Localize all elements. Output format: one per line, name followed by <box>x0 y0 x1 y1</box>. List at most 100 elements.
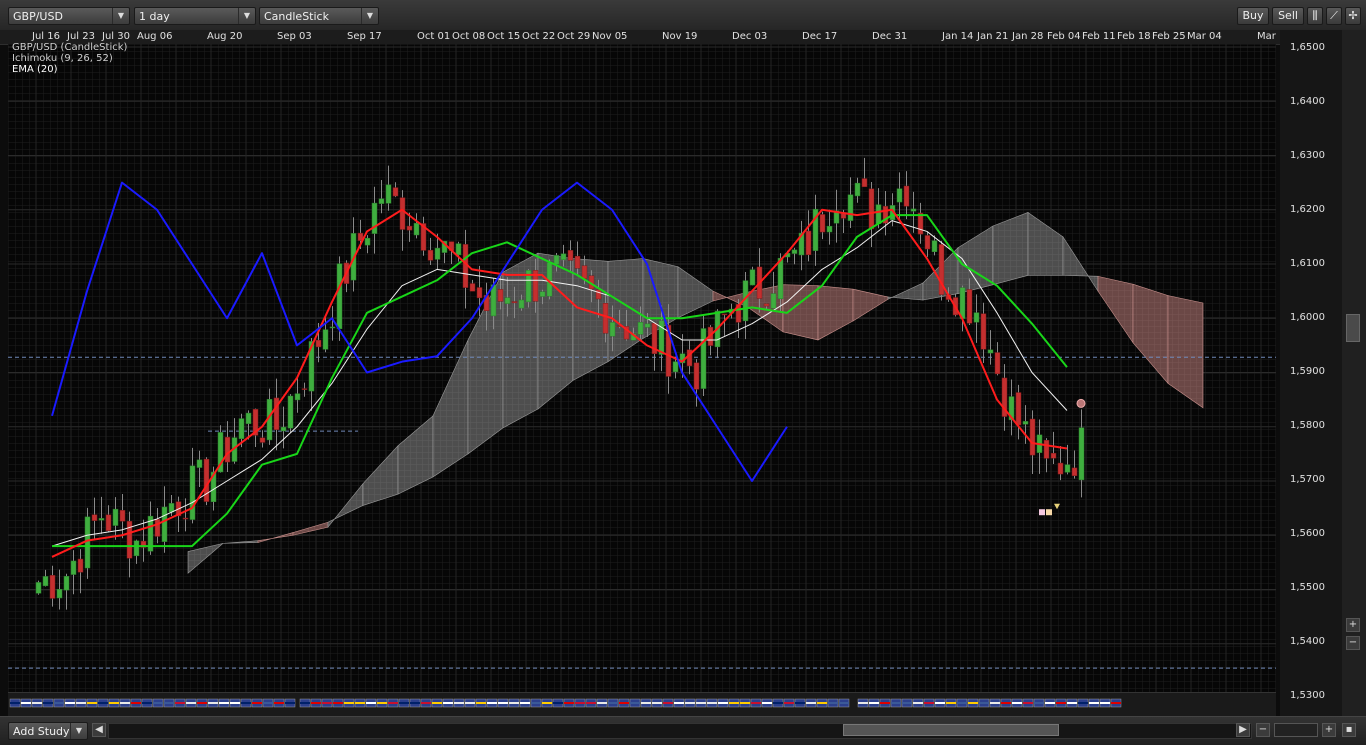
event-flag-icon <box>607 698 619 708</box>
price-chart[interactable] <box>8 44 1276 699</box>
candle-bullish <box>826 225 833 233</box>
flag-stripe <box>641 702 651 704</box>
buy-button[interactable]: Buy <box>1237 7 1269 25</box>
zoom-slider[interactable] <box>1274 723 1318 737</box>
x-tick-feb11: Feb 11 <box>1082 31 1116 42</box>
economic-events-strip[interactable] <box>8 692 1276 717</box>
add-study-label: Add Study <box>13 725 70 738</box>
candle-bullish <box>672 361 679 373</box>
candle-bearish <box>511 301 518 304</box>
event-flag-icon <box>728 698 740 708</box>
event-flag-icon <box>207 698 219 708</box>
event-flag-icon <box>420 698 432 708</box>
x-tick-aug06: Aug 06 <box>137 31 173 42</box>
candle-bullish <box>777 257 784 300</box>
candle-bullish <box>42 576 49 587</box>
candle-bearish <box>182 517 189 520</box>
event-flags[interactable] <box>8 693 1276 717</box>
vertical-scroll-thumb[interactable] <box>1346 314 1360 342</box>
event-flag-icon <box>64 698 76 708</box>
sell-button[interactable]: Sell <box>1272 7 1304 25</box>
event-flag-icon <box>1088 698 1100 708</box>
x-tick-feb25: Feb 25 <box>1152 31 1186 42</box>
legend-ichimoku[interactable]: Ichimoku (9, 26, 52) <box>12 53 127 64</box>
event-flag-icon <box>97 698 109 708</box>
flag-stripe <box>311 702 321 704</box>
chart-plot-area[interactable] <box>8 44 1276 699</box>
candle-bullish <box>1078 427 1085 481</box>
vertical-zoom-bar[interactable]: + − <box>1342 30 1366 716</box>
event-flag-icon <box>508 698 520 708</box>
timeframe-select[interactable]: 1 day ▼ <box>134 7 256 25</box>
chevron-down-icon[interactable]: ▼ <box>70 723 87 739</box>
candle-bearish <box>861 178 868 188</box>
scroll-left-icon[interactable]: ◀ <box>92 723 106 737</box>
horizontal-scrollbar[interactable] <box>108 723 1252 739</box>
candle-bullish <box>35 582 42 594</box>
candle-bullish <box>959 287 966 319</box>
flag-stripe <box>197 702 207 704</box>
event-flag-icon <box>706 698 718 708</box>
flag-stripe <box>142 702 152 704</box>
flag-stripe <box>465 702 475 704</box>
x-tick-feb04: Feb 04 <box>1047 31 1081 42</box>
event-flag-icon <box>879 698 891 708</box>
legend-ema[interactable]: EMA (20) <box>12 64 127 75</box>
event-flag-icon <box>1055 698 1067 708</box>
event-flag-icon <box>354 698 366 708</box>
flag-stripe <box>979 702 989 704</box>
x-tick-oct22: Oct 22 <box>522 31 556 42</box>
candle-bullish <box>336 263 343 330</box>
zoom-in-icon[interactable]: + <box>1346 618 1360 632</box>
flag-stripe <box>322 702 332 704</box>
flag-stripe <box>608 702 618 704</box>
flag-stripe <box>153 702 163 704</box>
draw-tool-icon[interactable]: ⟋ <box>1326 7 1342 25</box>
candle-bearish <box>840 213 847 219</box>
candle-bullish <box>98 518 105 521</box>
event-flag-icon <box>321 698 333 708</box>
event-flag-icon <box>299 698 311 708</box>
add-study-button[interactable]: Add Study ▼ <box>8 722 88 740</box>
x-tick-jan21: Jan 21 <box>977 31 1009 42</box>
event-flag-icon <box>108 698 120 708</box>
candle-bullish <box>609 322 616 337</box>
zoom-out-icon[interactable]: − <box>1346 636 1360 650</box>
event-flag-icon <box>857 698 869 708</box>
chevron-down-icon[interactable]: ▼ <box>112 8 129 24</box>
event-flag-icon <box>365 698 377 708</box>
symbol-select[interactable]: GBP/USD ▼ <box>8 7 130 25</box>
event-flag-icon <box>152 698 164 708</box>
flag-stripe <box>1045 702 1055 704</box>
scroll-right-icon[interactable]: ▶ <box>1236 723 1250 737</box>
chart-type-select[interactable]: CandleStick ▼ <box>259 7 379 25</box>
candle-bullish <box>518 299 525 309</box>
event-flag-icon <box>431 698 443 708</box>
bar-chart-icon[interactable]: ⫼ <box>1307 7 1323 25</box>
candle-bearish <box>1043 439 1050 459</box>
event-flag-icon <box>651 698 663 708</box>
settings-icon[interactable]: ▪ <box>1342 723 1356 737</box>
zoom-in-time-icon[interactable]: + <box>1322 723 1336 737</box>
candle-bearish <box>105 514 112 531</box>
legend-series[interactable]: GBP/USD (CandleStick) <box>12 42 127 53</box>
candle-bullish <box>1064 464 1071 473</box>
x-tick-oct01: Oct 01 <box>417 31 451 42</box>
flag-stripe <box>509 702 519 704</box>
y-tick: 1,5800 <box>1290 420 1325 431</box>
candle-bullish <box>133 540 140 557</box>
event-flag-icon <box>387 698 399 708</box>
candle-bullish <box>161 506 168 542</box>
chevron-down-icon[interactable]: ▼ <box>361 8 378 24</box>
horizontal-scroll-thumb[interactable] <box>843 724 1059 736</box>
x-tick-dec03: Dec 03 <box>732 31 768 42</box>
event-flag-icon <box>196 698 208 708</box>
event-flag-icon <box>273 698 285 708</box>
price-axis[interactable]: 1,6500 1,6400 1,6300 1,6200 1,6100 1,600… <box>1280 30 1342 716</box>
event-flag-icon <box>141 698 153 708</box>
event-flag-icon <box>912 698 924 708</box>
crosshair-icon[interactable]: ✢ <box>1345 7 1361 25</box>
chevron-down-icon[interactable]: ▼ <box>238 8 255 24</box>
x-tick-aug20: Aug 20 <box>207 31 243 42</box>
zoom-out-time-icon[interactable]: − <box>1256 723 1270 737</box>
